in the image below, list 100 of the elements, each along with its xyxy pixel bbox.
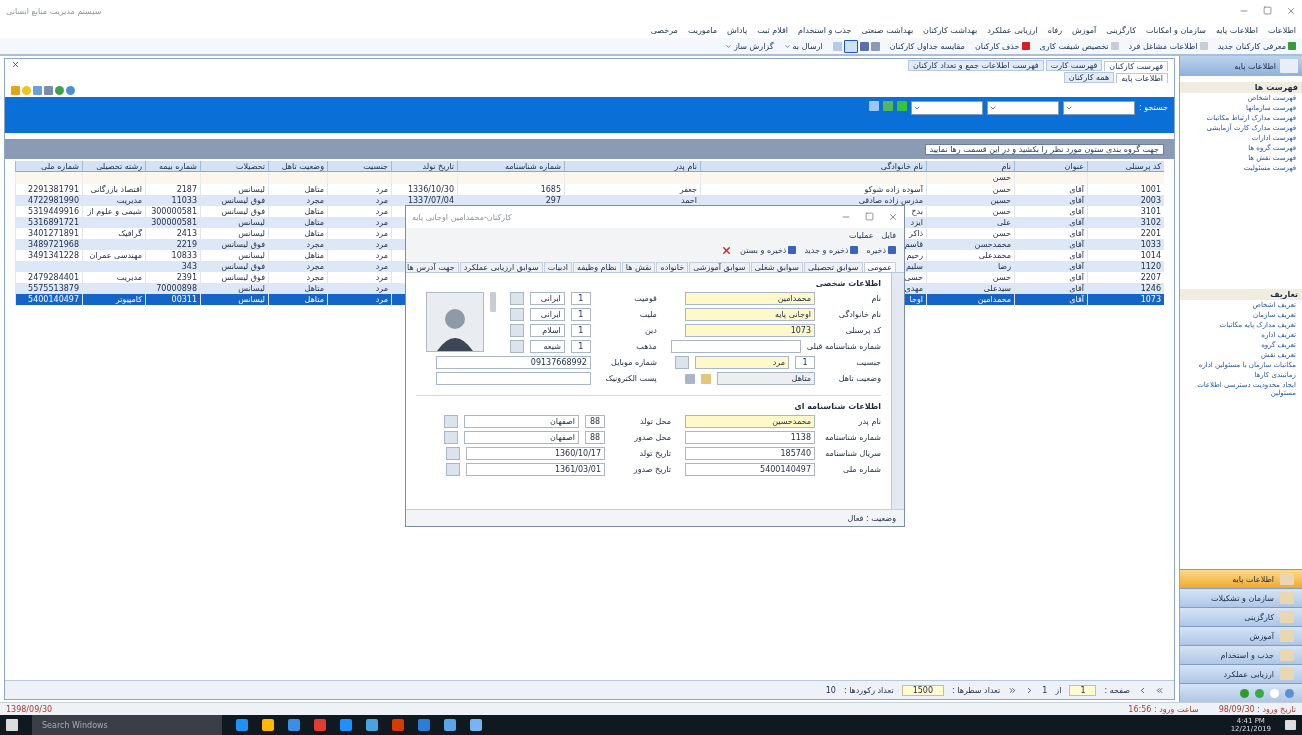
search-combo[interactable]: [986, 101, 1059, 115]
value-field[interactable]: ایرانی: [529, 308, 565, 321]
column-header[interactable]: نام پدر: [564, 161, 700, 172]
input-field[interactable]: 185740: [685, 447, 815, 460]
toolbar-menu[interactable]: ارسال به: [783, 41, 823, 51]
dropdown-button[interactable]: [675, 356, 689, 369]
taskbar-app-icon[interactable]: [366, 719, 378, 731]
input-field[interactable]: [670, 340, 801, 353]
first-page-icon[interactable]: [1008, 685, 1018, 695]
side-tab-strip[interactable]: [891, 273, 904, 509]
close-icon[interactable]: [888, 212, 898, 222]
close-icon[interactable]: [1286, 6, 1296, 16]
toolbar-button[interactable]: تخصیص شیفت کاری: [1039, 41, 1119, 51]
toolbar-button[interactable]: معرفی کارکنان جدید: [1217, 41, 1296, 51]
filter-cell[interactable]: حسن: [926, 172, 1014, 184]
module-button[interactable]: آموزش: [1180, 626, 1302, 645]
lookup-button[interactable]: [509, 308, 524, 321]
menu-item[interactable]: عملیات: [849, 230, 874, 240]
menu-item[interactable]: سازمان و امکانات: [1145, 25, 1207, 35]
input-field[interactable]: 5400140497: [685, 463, 815, 476]
module-button[interactable]: کارگزینی: [1180, 607, 1302, 626]
taskbar-app-icon[interactable]: [444, 719, 456, 731]
value-field[interactable]: اصفهان: [464, 415, 579, 428]
menu-item[interactable]: بهداشت کارکنان: [923, 25, 978, 35]
lookup-button[interactable]: [509, 340, 524, 353]
taskbar-app-icon[interactable]: [236, 719, 248, 731]
maximize-icon[interactable]: [865, 212, 874, 221]
code-field[interactable]: 88: [585, 431, 605, 444]
code-field[interactable]: 1: [570, 308, 591, 321]
menu-item[interactable]: بهداشت صنعتی: [861, 25, 914, 35]
form-tab[interactable]: نظام وظیفه: [573, 262, 621, 272]
code-field[interactable]: 88: [585, 415, 605, 428]
form-tab[interactable]: ادبیات: [543, 262, 573, 272]
menu-item[interactable]: کارگزینی: [1106, 25, 1136, 35]
column-header[interactable]: شماره ملی: [15, 161, 82, 172]
menu-item[interactable]: فایل: [881, 230, 896, 240]
module-button[interactable]: ارزیابی عملکرد: [1180, 664, 1302, 683]
value-field[interactable]: اسلام: [529, 324, 565, 337]
module-button[interactable]: اطلاعات پایه: [1180, 569, 1302, 588]
menu-item[interactable]: رفاه: [1047, 25, 1063, 35]
view-tab[interactable]: همه کارکنان: [1063, 72, 1115, 83]
menu-item[interactable]: ارزیابی عملکرد: [987, 25, 1038, 35]
menu-item[interactable]: ماموریت: [687, 25, 717, 35]
lookup-button[interactable]: [509, 292, 524, 305]
toolbar-menu[interactable]: گزارش ساز: [724, 41, 774, 51]
date-field[interactable]: 1361/03/01: [466, 463, 605, 476]
menu-item[interactable]: پاداش: [726, 25, 748, 35]
view-tab[interactable]: اطلاعات پایه: [1116, 73, 1168, 83]
taskbar-app-icon[interactable]: [340, 719, 352, 731]
close-icon[interactable]: [11, 60, 20, 69]
lookup-button[interactable]: [509, 324, 524, 337]
form-tab[interactable]: سوابق آموزشی: [689, 262, 750, 272]
taskbar-app-icon[interactable]: [392, 719, 404, 731]
menu-item[interactable]: آموزش: [1072, 25, 1097, 35]
next-page-icon[interactable]: [1138, 685, 1147, 695]
lookup-button[interactable]: [444, 415, 458, 428]
value-field[interactable]: اصفهان: [464, 431, 579, 444]
value-field[interactable]: شیعه: [529, 340, 565, 353]
gender-field[interactable]: مرد: [695, 356, 789, 369]
form-tab[interactable]: سوابق تحصیلی: [803, 262, 863, 272]
form-tab[interactable]: عمومی: [863, 262, 896, 272]
module-button[interactable]: جذب و استخدام: [1180, 645, 1302, 664]
toolbar-button[interactable]: اطلاعات مشاغل فرد: [1128, 41, 1208, 51]
code-field[interactable]: 1: [570, 340, 591, 353]
last-page-icon[interactable]: [1155, 685, 1164, 695]
records-field[interactable]: 1500: [901, 684, 944, 696]
taskbar-app-icon[interactable]: [418, 719, 430, 731]
input-field[interactable]: 1073: [685, 324, 815, 337]
column-header[interactable]: نام خانوادگی: [700, 161, 926, 172]
date-field[interactable]: 1360/10/17: [466, 447, 605, 460]
module-button[interactable]: سازمان و تشکیلات: [1180, 588, 1302, 607]
menu-item[interactable]: مرخصی: [650, 25, 678, 35]
taskbar-app-icon[interactable]: [314, 719, 326, 731]
calendar-button[interactable]: [446, 463, 460, 476]
toolbar-button[interactable]: مقایسه جداول کارکنان: [889, 41, 965, 51]
taskbar-app-icon[interactable]: [288, 719, 300, 731]
form-tab[interactable]: جهت آدرس ها: [406, 262, 459, 272]
input-field[interactable]: 09137668992: [435, 356, 591, 369]
menu-item[interactable]: اقلام ثبت: [757, 25, 788, 35]
search-combo[interactable]: [910, 101, 983, 115]
form-tab[interactable]: نقش ها: [621, 262, 656, 272]
calendar-button[interactable]: [446, 447, 460, 460]
code-field[interactable]: 1: [570, 292, 591, 305]
maximize-icon[interactable]: [1263, 6, 1272, 15]
code-field[interactable]: 1: [570, 324, 591, 337]
form-tab[interactable]: خانواده: [656, 262, 689, 272]
close-icon[interactable]: [721, 244, 733, 256]
code-field[interactable]: 1: [795, 356, 815, 369]
input-field[interactable]: محمدامین: [685, 292, 815, 305]
menu-item[interactable]: اطلاعات: [1267, 25, 1296, 35]
form-tab[interactable]: سوابق شغلی: [750, 262, 803, 272]
column-header[interactable]: جنسیت: [327, 161, 391, 172]
taskbar-app-icon[interactable]: [470, 719, 482, 731]
taskbar-search[interactable]: Search Windows: [32, 715, 222, 735]
search-combo[interactable]: [1062, 101, 1135, 115]
form-tab[interactable]: سوابق ارزیابی عملکرد: [459, 262, 543, 272]
menu-item[interactable]: جذب و استخدام: [798, 25, 852, 35]
column-header[interactable]: نام: [926, 161, 1014, 172]
page-field[interactable]: 1: [1069, 684, 1097, 696]
menu-item[interactable]: اطلاعات پایه: [1216, 25, 1258, 35]
